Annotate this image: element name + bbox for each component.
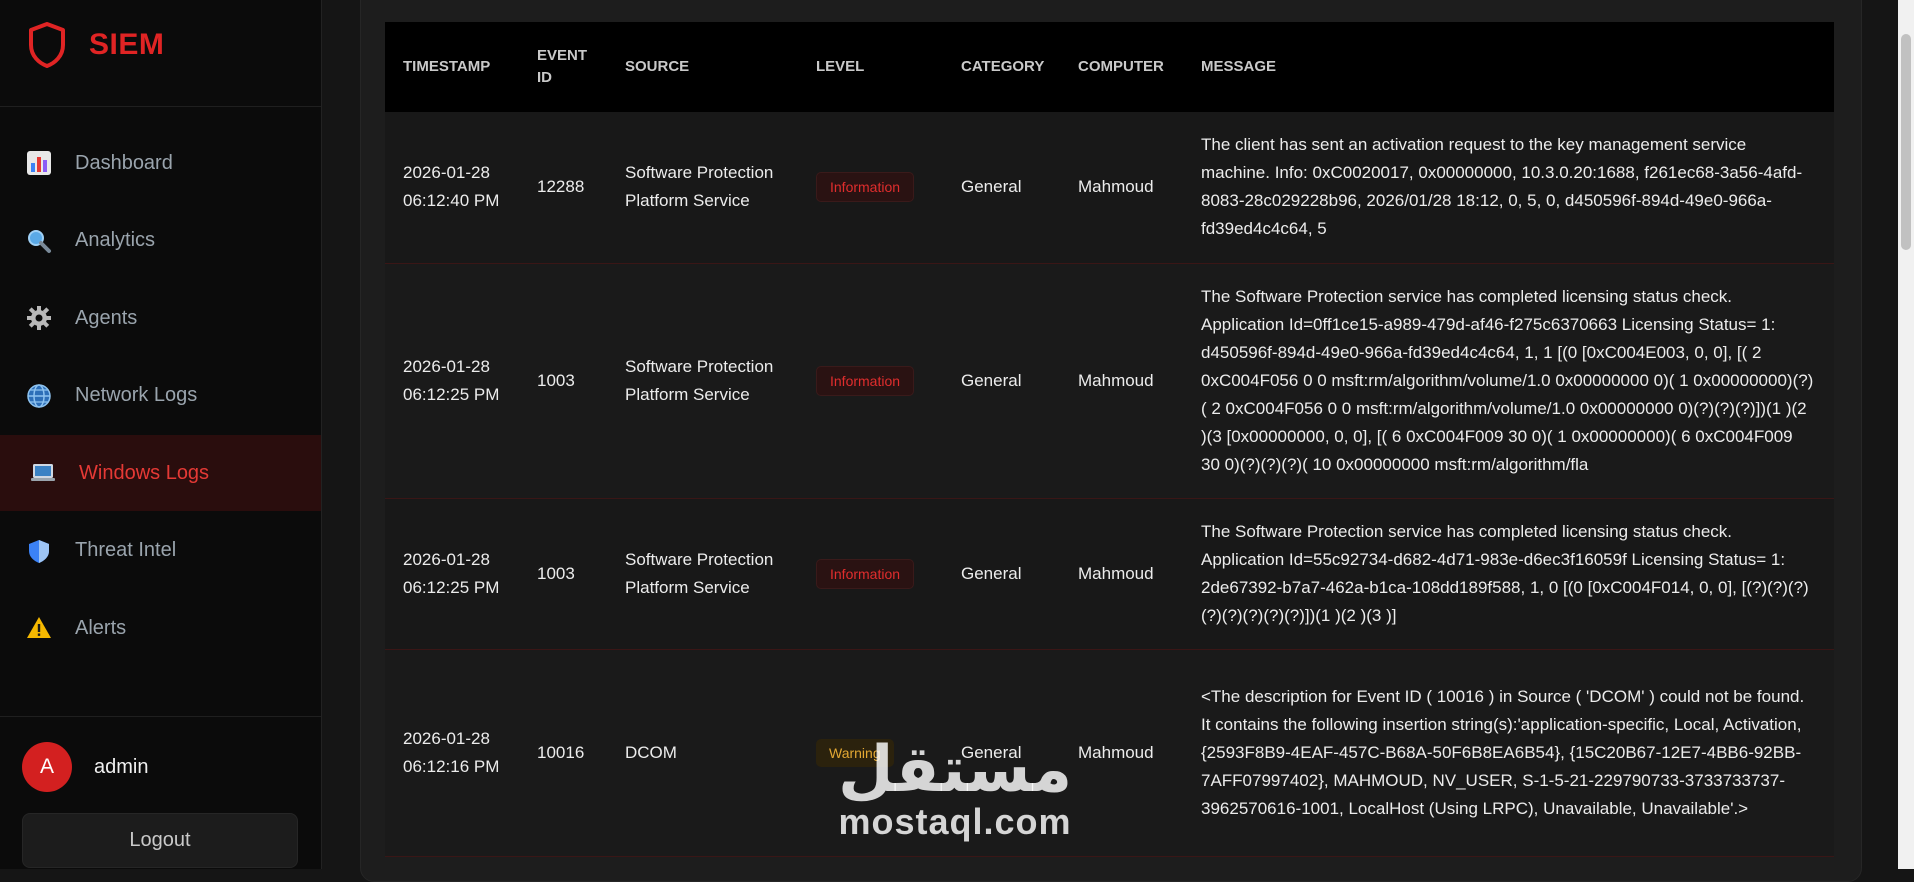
cell-timestamp: 2026-01-28 06:12:25 PM	[403, 549, 500, 597]
table-row[interactable]: 2026-01-28 06:12:25 PM 1003 Software Pro…	[385, 263, 1834, 498]
column-header-source[interactable]: SOURCE	[607, 22, 798, 112]
cell-event-id: 12288	[537, 177, 585, 197]
sidebar-item-alerts[interactable]: Alerts	[0, 590, 321, 666]
cell-message: The Software Protection service has comp…	[1201, 521, 1809, 625]
sidebar-item-label: Windows Logs	[79, 461, 210, 484]
sidebar-item-analytics[interactable]: Analytics	[0, 203, 321, 279]
magnifier-icon	[26, 228, 52, 254]
cell-computer: Mahmoud	[1078, 563, 1154, 583]
warning-icon	[26, 615, 52, 641]
column-header-timestamp[interactable]: TIMESTAMP	[385, 22, 519, 112]
shield-icon	[26, 538, 52, 564]
cell-source: Software Protection Platform Service	[625, 163, 774, 211]
cell-level: Information	[798, 263, 943, 498]
sidebar-item-threat-intel[interactable]: Threat Intel	[0, 513, 321, 589]
user-block: A admin	[0, 716, 321, 817]
sidebar-item-network-logs[interactable]: Network Logs	[0, 358, 321, 434]
cell-message: The Software Protection service has comp…	[1201, 286, 1814, 474]
table-row[interactable]: 2026-01-28 06:12:25 PM 1003 Software Pro…	[385, 498, 1834, 649]
page-scrollbar[interactable]	[1898, 0, 1914, 869]
windows-logs-table: TIMESTAMP EVENT ID SOURCE LEVEL CATEGORY…	[385, 22, 1834, 857]
cell-category: General	[961, 370, 1022, 390]
watermark-latin: mostaql.com	[838, 801, 1072, 842]
cell-source: Software Protection Platform Service	[625, 356, 774, 404]
cell-timestamp: 2026-01-28 06:12:25 PM	[403, 356, 500, 404]
sidebar-item-label: Threat Intel	[75, 539, 177, 561]
logout-button[interactable]: Logout	[22, 813, 298, 868]
cell-level: Information	[798, 112, 943, 263]
bar-chart-icon	[26, 150, 52, 176]
cell-event-id: 1003	[537, 563, 575, 583]
column-header-computer[interactable]: COMPUTER	[1060, 22, 1183, 112]
avatar[interactable]: A	[22, 742, 72, 792]
cell-timestamp: 2026-01-28 06:12:16 PM	[403, 728, 500, 776]
table-header-row: TIMESTAMP EVENT ID SOURCE LEVEL CATEGORY…	[385, 22, 1834, 112]
cell-category: General	[961, 563, 1022, 583]
username: admin	[94, 755, 149, 778]
column-header-message[interactable]: MESSAGE	[1183, 22, 1834, 112]
cell-computer: Mahmoud	[1078, 177, 1154, 197]
cell-category: General	[961, 177, 1022, 197]
cell-message: <The description for Event ID ( 10016 ) …	[1201, 686, 1805, 818]
column-header-event-id[interactable]: EVENT ID	[519, 22, 607, 112]
level-badge: Information	[816, 558, 915, 589]
sidebar-item-label: Alerts	[75, 616, 127, 639]
laptop-icon	[30, 460, 56, 486]
watermark: مستقل mostaql.com	[838, 738, 1072, 840]
column-header-category[interactable]: CATEGORY	[943, 22, 1060, 112]
cell-computer: Mahmoud	[1078, 370, 1154, 390]
sidebar-item-agents[interactable]: Agents	[0, 280, 321, 356]
watermark-arabic: مستقل	[838, 733, 1073, 807]
sidebar-item-windows-logs[interactable]: Windows Logs	[0, 435, 321, 511]
table-row[interactable]: 2026-01-28 06:12:16 PM 10016 DCOM Warnin…	[385, 649, 1834, 856]
cell-timestamp: 2026-01-28 06:12:40 PM	[403, 163, 500, 211]
level-badge: Information	[816, 172, 915, 203]
cell-event-id: 1003	[537, 370, 575, 390]
cell-source: Software Protection Platform Service	[625, 549, 774, 597]
brand-title: SIEM	[89, 28, 165, 61]
sidebar-item-label: Dashboard	[75, 151, 173, 174]
globe-icon	[26, 383, 52, 409]
column-header-level[interactable]: LEVEL	[798, 22, 943, 112]
sidebar-item-label: Network Logs	[75, 384, 198, 406]
level-badge: Information	[816, 365, 915, 396]
shield-logo-icon	[29, 22, 65, 68]
table-row[interactable]: 2026-01-28 06:12:40 PM 12288 Software Pr…	[385, 112, 1834, 263]
gear-icon	[26, 305, 52, 331]
sidebar-item-label: Analytics	[75, 229, 156, 251]
sidebar-item-dashboard[interactable]: Dashboard	[0, 125, 321, 201]
cell-level: Information	[798, 498, 943, 649]
cell-source: DCOM	[625, 742, 677, 762]
scrollbar-thumb[interactable]	[1901, 34, 1911, 250]
sidebar: SIEM Dashboard Analytics Agents Network …	[0, 0, 322, 869]
cell-message: The client has sent an activation reques…	[1201, 135, 1803, 239]
cell-event-id: 10016	[537, 742, 585, 762]
cell-computer: Mahmoud	[1078, 742, 1154, 762]
sidebar-nav: Dashboard Analytics Agents Network Logs …	[0, 125, 321, 666]
brand[interactable]: SIEM	[0, 0, 321, 107]
sidebar-item-label: Agents	[75, 306, 138, 329]
